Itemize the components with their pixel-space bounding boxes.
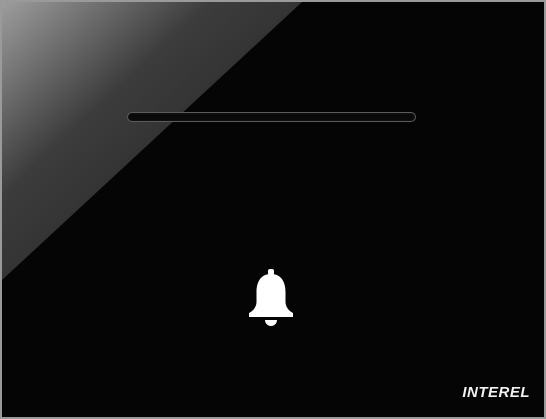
doorbell-button[interactable] xyxy=(238,264,304,330)
indicator-light-slot xyxy=(127,112,416,122)
keypad-panel: INTEREL xyxy=(0,0,546,419)
bell-icon xyxy=(249,269,293,326)
glass-reflection xyxy=(2,2,302,280)
brand-logo: INTEREL xyxy=(462,384,530,401)
